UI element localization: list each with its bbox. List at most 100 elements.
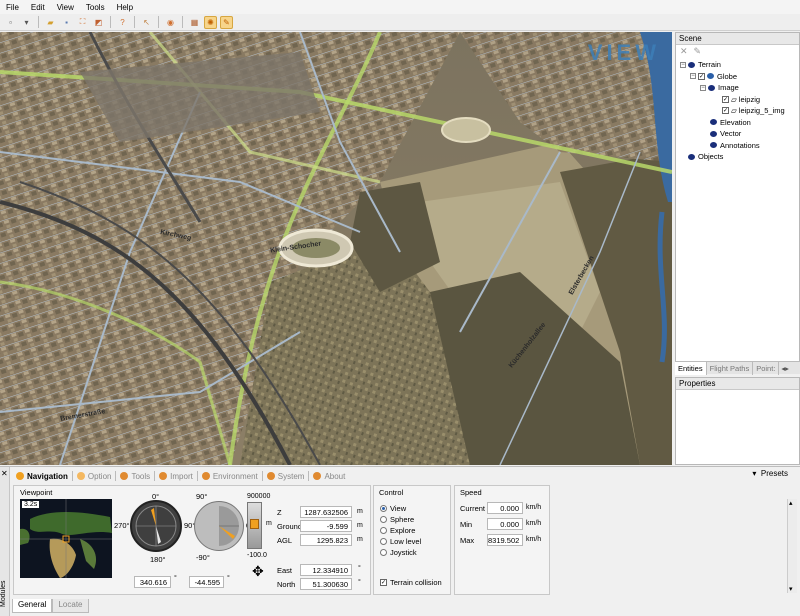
checkbox[interactable]: ✓	[380, 579, 387, 586]
screenshot-icon[interactable]: ◩	[92, 16, 105, 29]
radio-button[interactable]	[380, 549, 387, 556]
close-icon[interactable]: ✕	[1, 469, 8, 478]
collapse-icon[interactable]: −	[690, 73, 696, 80]
speed-max-field[interactable]: 8319.502	[487, 534, 523, 546]
tree-node-label: Vector	[720, 129, 742, 139]
tree-node-leipzig[interactable]: ✓ ▱ leipzig	[676, 94, 799, 106]
scene-panel: Scene ✕ ✎ − Terrain − ✓ Globe − Image ✓ …	[675, 32, 800, 374]
pencil-icon[interactable]: ✎	[220, 15, 233, 29]
compass-needle-icon	[135, 505, 177, 547]
visibility-checkbox[interactable]: ✓	[698, 72, 705, 80]
toolbar-divider	[158, 16, 159, 28]
new-document-icon[interactable]: ▫	[4, 16, 17, 29]
control-title: Control	[379, 488, 404, 497]
altitude-thumb[interactable]	[250, 519, 259, 529]
speed-min-label: Min	[460, 520, 473, 529]
scroll-up-icon[interactable]: ▴	[789, 499, 793, 507]
agl-unit: m	[357, 536, 363, 543]
wrench-icon	[120, 472, 129, 480]
node-icon	[710, 119, 717, 126]
presets-menu[interactable]: ▾ Presets	[752, 469, 788, 478]
radio-button[interactable]	[380, 505, 387, 512]
tree-node-globe[interactable]: − ✓ Globe	[676, 71, 799, 83]
pointer-icon[interactable]: ↖	[140, 16, 153, 29]
tree-node-image[interactable]: − Image	[676, 82, 799, 94]
fullscreen-icon[interactable]: ⛶	[76, 16, 89, 29]
z-field[interactable]: 1287.632506	[300, 506, 352, 518]
tab-entities[interactable]: Entities	[675, 361, 707, 375]
visibility-checkbox[interactable]: ✓	[722, 107, 729, 115]
tab-points[interactable]: Point:	[753, 361, 780, 375]
radio-button[interactable]	[380, 527, 387, 534]
bottom-tabs: General Locate	[12, 599, 89, 613]
tree-node-leipzig-img[interactable]: ✓ ▱ leipzig_5_img	[676, 105, 799, 117]
tilt-gauge[interactable]	[194, 501, 244, 551]
tilt-needle-icon	[219, 506, 239, 546]
radio-button[interactable]	[380, 516, 387, 523]
image-layer-icon[interactable]: ▦	[188, 16, 201, 29]
speed-current-field[interactable]: 0.000	[487, 502, 523, 514]
altitude-slider[interactable]	[247, 502, 262, 549]
speed-title: Speed	[460, 488, 482, 497]
save-icon[interactable]: ▪	[60, 16, 73, 29]
heading-field[interactable]: 340.616	[134, 576, 171, 588]
tab-locate[interactable]: Locate	[52, 599, 89, 613]
z-unit: m	[357, 508, 363, 515]
tab-flight-paths[interactable]: Flight Paths	[707, 361, 754, 375]
agl-field[interactable]: 1295.823	[300, 534, 352, 546]
module-scrollbar[interactable]: ▴ ▾	[787, 499, 797, 593]
dropdown-arrow-icon[interactable]: ▾	[20, 16, 33, 29]
3d-viewport[interactable]: VIEW Klein-Schocher Kirchweg Küchenholza…	[0, 32, 672, 465]
open-folder-icon[interactable]: ▰	[44, 16, 57, 29]
globe-icon[interactable]: ◉	[164, 16, 177, 29]
heading-compass[interactable]	[130, 500, 182, 552]
tree-node-vector[interactable]: Vector	[676, 128, 799, 140]
radio-low-level[interactable]: Low level	[380, 537, 421, 546]
scroll-right-icon[interactable]: ▸	[785, 364, 789, 373]
tab-general[interactable]: General	[12, 599, 53, 613]
tab-navigation[interactable]: Navigation	[12, 469, 72, 483]
tab-system[interactable]: System	[263, 469, 309, 483]
tree-node-terrain[interactable]: − Terrain	[676, 59, 799, 71]
modules-sidebar[interactable]: ✕ Modules	[0, 467, 10, 616]
menu-edit[interactable]: Edit	[31, 3, 45, 12]
edit-icon[interactable]: ✎	[694, 46, 702, 57]
radio-sphere[interactable]: Sphere	[380, 515, 414, 524]
radio-joystick[interactable]: Joystick	[380, 548, 417, 557]
radio-button[interactable]	[380, 538, 387, 545]
tree-node-label: Objects	[698, 152, 724, 162]
menu-tools[interactable]: Tools	[86, 3, 105, 12]
menu-help[interactable]: Help	[117, 3, 133, 12]
delete-icon[interactable]: ✕	[680, 46, 688, 57]
menu-view[interactable]: View	[57, 3, 74, 12]
sun-icon[interactable]: ✺	[204, 15, 217, 29]
radio-view[interactable]: View	[380, 504, 406, 513]
collapse-icon[interactable]: −	[700, 84, 706, 91]
move-arrows-icon[interactable]: ✥	[252, 563, 264, 580]
tab-about[interactable]: About	[309, 469, 349, 483]
node-icon	[708, 84, 715, 91]
help-icon[interactable]: ?	[116, 16, 129, 29]
tree-node-annotations[interactable]: Annotations	[676, 140, 799, 152]
visibility-checkbox[interactable]: ✓	[722, 95, 729, 103]
agl-label: AGL	[277, 536, 293, 545]
east-field[interactable]: 12.334910	[300, 564, 352, 576]
tree-node-elevation[interactable]: Elevation	[676, 117, 799, 129]
tab-option[interactable]: Option	[73, 469, 116, 483]
tree-node-label: leipzig	[738, 94, 761, 104]
menu-file[interactable]: File	[6, 3, 19, 12]
tree-node-objects[interactable]: Objects	[676, 151, 799, 163]
tab-environment[interactable]: Environment	[198, 469, 262, 483]
north-field[interactable]: 51.300630	[300, 578, 352, 590]
radio-explore[interactable]: Explore	[380, 526, 415, 535]
tab-tools[interactable]: Tools	[116, 469, 154, 483]
speed-min-field[interactable]: 0.000	[487, 518, 523, 530]
ground-field[interactable]: -9.599	[300, 520, 352, 532]
world-minimap[interactable]: 3.2s	[20, 499, 112, 578]
tilt-field[interactable]: -44.595	[189, 576, 224, 588]
terrain-collision-checkbox[interactable]: ✓ Terrain collision	[380, 578, 442, 587]
collapse-icon[interactable]: −	[680, 61, 686, 68]
ground-label: Ground	[277, 522, 303, 531]
scroll-down-icon[interactable]: ▾	[789, 585, 793, 593]
tab-import[interactable]: Import	[155, 469, 197, 483]
